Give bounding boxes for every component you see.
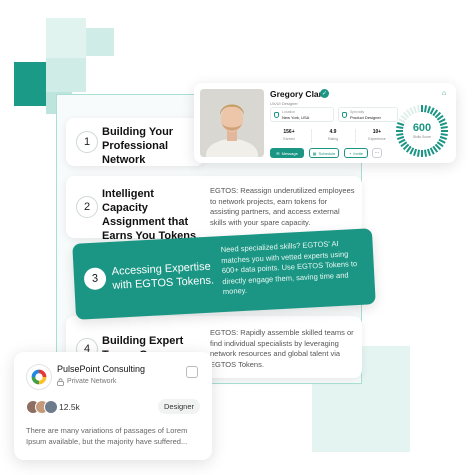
portrait-image [200, 89, 264, 157]
select-checkbox[interactable] [186, 366, 198, 378]
company-logo-icon [26, 364, 52, 390]
stat-label: Earned [283, 137, 295, 141]
profile-name: Gregory Clark [270, 89, 327, 99]
location-icon [274, 112, 279, 118]
divider [311, 129, 312, 143]
message-button[interactable]: ✉ Message [270, 148, 304, 158]
role-tag[interactable]: Designer [158, 399, 201, 414]
gauge-tick [436, 114, 444, 121]
step-card-2[interactable]: 2 Intelligent Capacity Assignment that E… [66, 176, 362, 242]
gauge-tick [429, 107, 435, 115]
verified-icon: ✓ [320, 89, 329, 98]
stat-value: 4.9 [329, 129, 337, 135]
stage: 1 Building Your Professional Network 2 I… [0, 0, 472, 475]
schedule-button[interactable]: ▦ Schedule [309, 148, 339, 158]
step-description: Need specialized skills? EGTOS' AI match… [220, 238, 358, 297]
gauge-tick [416, 149, 421, 157]
gauge-tick [432, 109, 439, 117]
gauge-tick [436, 141, 444, 148]
profile-photo [200, 89, 264, 157]
decor-square [86, 28, 114, 56]
company-description: There are many variations of passages of… [26, 426, 188, 446]
skills-score-value: 600 [412, 122, 432, 134]
member-count: 12.5k [59, 402, 80, 412]
invite-button-label: Invite [353, 150, 363, 156]
step-number: 3 [83, 267, 107, 291]
specialty-icon [342, 112, 347, 118]
user-plus-icon: + [349, 150, 352, 156]
profile-card[interactable]: Gregory Clark ✓ UX/UI Designer ⌂ Locatio… [194, 83, 456, 163]
gauge-tick [413, 105, 418, 114]
profile-role: UX/UI Designer [270, 101, 298, 106]
step-card-1[interactable]: 1 Building Your Professional Network [66, 118, 204, 166]
gauge-tick [426, 148, 431, 157]
step-description: EGTOS: Reassign underutilized employees … [210, 186, 355, 227]
stat-experience: 10+ Experience [358, 127, 396, 144]
location-box: Location New York, USA [270, 107, 334, 122]
company-name: PulsePoint Consulting [57, 364, 146, 374]
message-icon: ✉ [276, 150, 280, 156]
step-number: 1 [76, 131, 98, 153]
gauge-tick [400, 114, 408, 121]
gauge-tick [405, 145, 412, 153]
bookmark-icon[interactable]: ⌂ [442, 90, 450, 98]
gauge-tick [400, 141, 408, 148]
gauge-tick [413, 148, 418, 157]
gauge-tick [416, 105, 421, 113]
stat-rating: 4.9 Rating [314, 127, 352, 144]
more-options-icon[interactable]: ⋯ [372, 148, 382, 158]
schedule-button-label: Schedule [318, 150, 336, 156]
step-title: Intelligent Capacity Assignment that Ear… [102, 188, 197, 242]
gauge-tick [434, 111, 442, 119]
message-button-label: Message [281, 150, 298, 156]
gauge-tick [423, 149, 428, 157]
calendar-icon: ▦ [312, 150, 317, 156]
stat-earned: 156+ Earned [270, 127, 308, 144]
divider [355, 129, 356, 143]
gauge-tick [409, 107, 415, 115]
decor-square [46, 18, 86, 58]
lock-icon [57, 378, 64, 386]
gauge-tick [432, 145, 439, 153]
skills-score-label: Skills Score [412, 135, 432, 139]
gauge-tick [429, 147, 435, 155]
stat-label: Rating [327, 137, 339, 141]
step-description: EGTOS: Rapidly assemble skilled teams or… [210, 328, 354, 369]
company-card[interactable]: PulsePoint Consulting Private Network 12… [14, 352, 212, 460]
gauge-tick [434, 143, 442, 151]
decor-square [46, 58, 86, 92]
step-number: 2 [76, 196, 98, 218]
specialty-label: Specialty [350, 110, 365, 114]
decor-square [14, 62, 46, 106]
gauge-tick [409, 147, 415, 155]
step-title: Building Your Professional Network [102, 126, 174, 166]
network-type: Private Network [67, 378, 117, 385]
stat-label: Experience [368, 137, 386, 141]
gauge-tick [405, 109, 412, 117]
gauge-tick [438, 138, 446, 144]
step-card-3-active[interactable]: 3 Accessing Expertise with EGTOS Tokens.… [72, 228, 376, 320]
specialty-value: Product Designer [350, 115, 381, 120]
invite-button[interactable]: + Invite [344, 148, 368, 158]
gauge-tick [398, 138, 406, 144]
stat-value: 10+ [372, 129, 382, 135]
gauge-tick [402, 143, 410, 151]
gauge-tick [423, 105, 428, 113]
location-label: Location [282, 110, 296, 114]
specialty-box: Specialty Product Designer [338, 107, 398, 122]
stat-value: 156+ [283, 129, 295, 135]
step-title: Accessing Expertise with EGTOS Tokens. [111, 260, 215, 292]
location-value: New York, USA [282, 115, 310, 120]
gauge-tick [426, 105, 431, 114]
gauge-tick [402, 111, 410, 119]
avatar [44, 400, 58, 414]
